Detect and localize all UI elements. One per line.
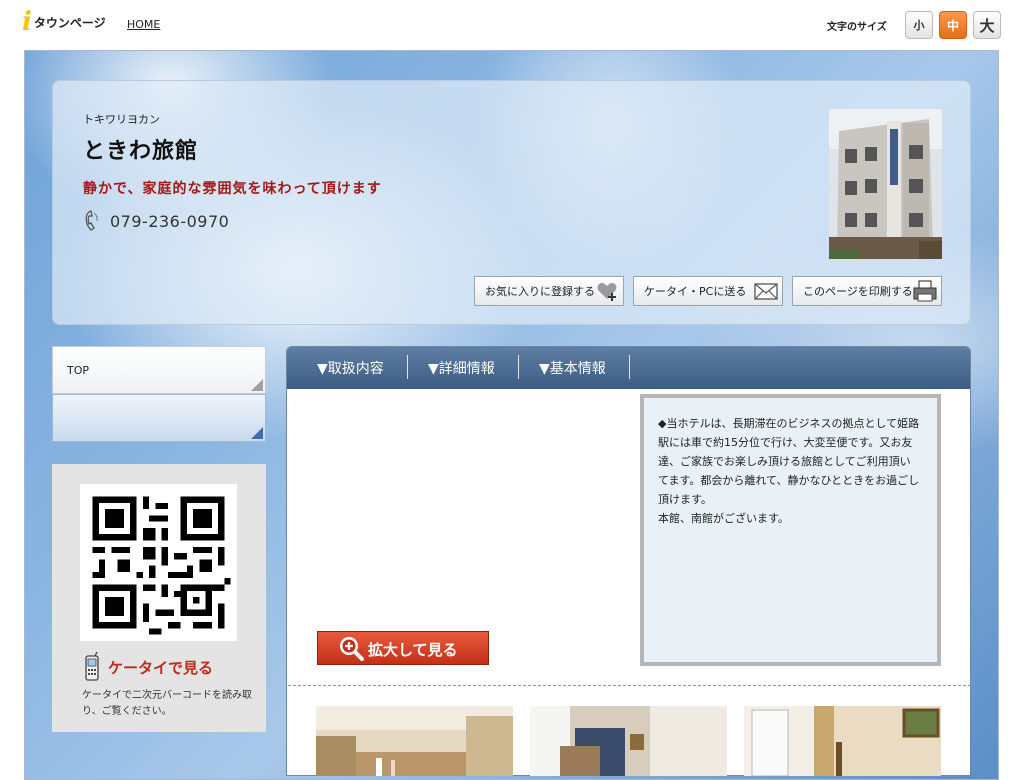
magnifier-plus-icon xyxy=(340,637,364,661)
dashed-divider xyxy=(288,685,971,686)
zoom-view-button[interactable]: 拡大して見る xyxy=(317,631,489,665)
townpage-logo[interactable]: i タウンページ xyxy=(22,7,106,37)
shop-description: ◆当ホテルは、長期滞在のビジネスの拠点として姫路駅には車で約15分位で行け、大変… xyxy=(658,417,920,525)
sidenav-blank-item[interactable] xyxy=(52,394,266,442)
font-size-medium-button[interactable]: 中 xyxy=(939,11,967,39)
font-size-large-button[interactable]: 大 xyxy=(973,11,1001,39)
phone-icon xyxy=(85,210,98,231)
gallery-thumbnail-3[interactable] xyxy=(744,706,941,776)
tab-separator xyxy=(629,355,630,379)
send-to-mobile-pc-button[interactable]: ケータイ・PCに送る xyxy=(633,276,783,306)
font-size-label: 文字のサイズ xyxy=(827,22,887,33)
send-to-mobile-pc-label: ケータイ・PCに送る xyxy=(644,285,747,298)
top-bar: i タウンページ HOME 文字のサイズ 小 中 大 xyxy=(0,0,1024,50)
qr-code-image xyxy=(80,484,237,641)
print-page-button[interactable]: このページを印刷する xyxy=(792,276,942,306)
gallery-thumbnail-1[interactable] xyxy=(316,706,513,776)
gallery-thumbnail-2[interactable] xyxy=(530,706,727,776)
shop-building-photo[interactable] xyxy=(829,109,942,259)
shop-name: ときわ旅館 xyxy=(83,139,199,164)
logo-i-icon: i xyxy=(22,7,32,37)
shop-phone: 079-236-0970 xyxy=(110,212,230,231)
sidenav-top-label: TOP xyxy=(67,364,90,377)
add-favorite-button[interactable]: お気に入りに登録する xyxy=(474,276,624,306)
keitai-description: ケータイで二次元バーコードを読み取り、ご覧ください。 xyxy=(82,690,252,717)
print-page-label: このページを印刷する xyxy=(803,285,913,298)
tab-basic-info[interactable]: ▼基本情報 xyxy=(539,358,606,378)
tab-services[interactable]: ▼取扱内容 xyxy=(317,358,384,378)
sidenav-top[interactable]: TOP xyxy=(52,346,266,394)
corner-arrow-icon xyxy=(251,427,263,439)
envelope-icon xyxy=(754,283,778,300)
home-link[interactable]: HOME xyxy=(127,18,160,31)
tab-separator xyxy=(407,355,408,379)
keitai-title: ケータイで見る xyxy=(108,659,214,677)
shop-name-kana: トキワリヨカン xyxy=(83,113,160,126)
corner-arrow-icon xyxy=(251,379,263,391)
tab-details[interactable]: ▼詳細情報 xyxy=(428,358,495,378)
printer-icon xyxy=(913,280,937,302)
mobile-phone-icon xyxy=(85,652,99,681)
tab-separator xyxy=(518,355,519,379)
font-size-small-button[interactable]: 小 xyxy=(905,11,933,39)
zoom-view-label: 拡大して見る xyxy=(368,641,458,659)
add-favorite-label: お気に入りに登録する xyxy=(485,285,595,298)
shop-catchphrase: 静かで、家庭的な雰囲気を味わって頂けます xyxy=(83,181,382,197)
tab-bar: ▼取扱内容 ▼詳細情報 ▼基本情報 xyxy=(287,347,970,389)
heart-plus-icon xyxy=(597,283,617,301)
logo-text: タウンページ xyxy=(33,15,106,30)
